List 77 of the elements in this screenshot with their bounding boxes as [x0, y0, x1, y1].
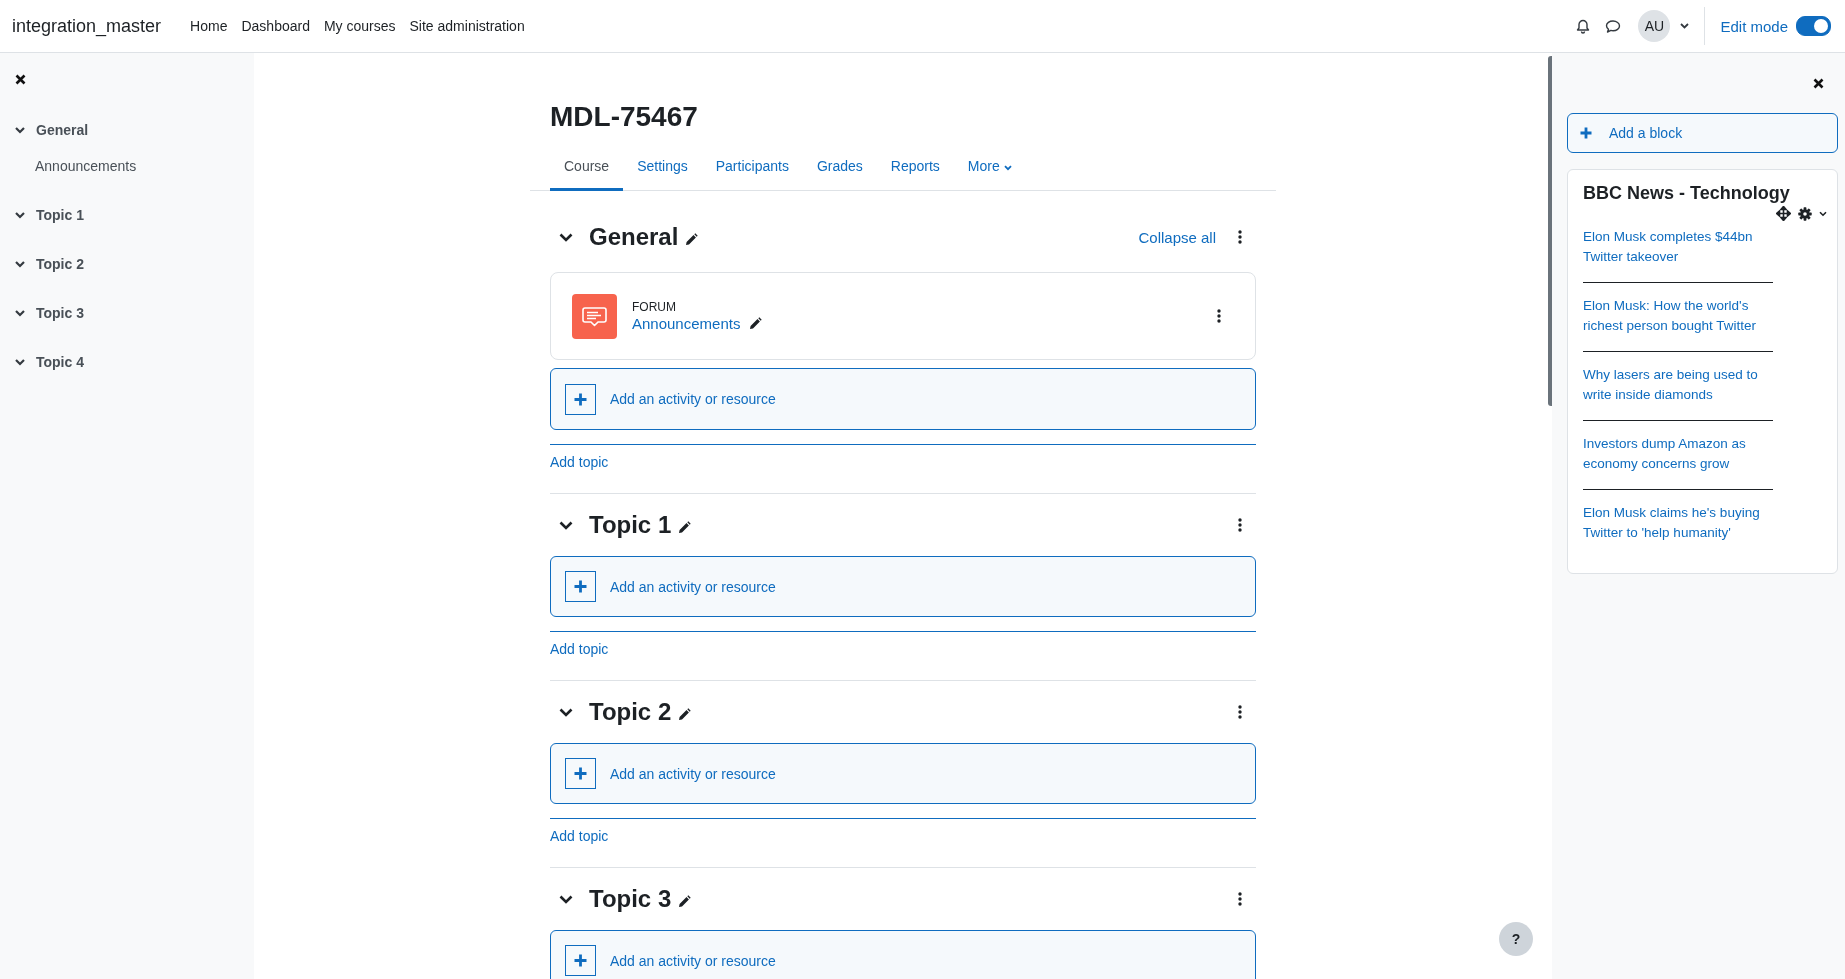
block-title: BBC News - Technology [1583, 183, 1791, 204]
course-tab[interactable]: Reports [876, 144, 954, 191]
nav-link[interactable]: Site administration [409, 18, 525, 34]
course-title: MDL-75467 [550, 100, 699, 134]
course-index-section[interactable]: General [36, 122, 89, 138]
caret-icon [1003, 164, 1012, 171]
chevron-icon[interactable] [559, 232, 573, 242]
edit-mode-toggle[interactable] [1796, 16, 1831, 36]
bell-icon[interactable] [1576, 18, 1591, 34]
plus-icon [565, 571, 596, 602]
chevron-icon[interactable] [559, 707, 573, 717]
edit-mode-label: Edit mode [1720, 17, 1788, 35]
section-title: Topic 3 [589, 885, 672, 913]
news-link[interactable]: Elon Musk completes $44bn Twitter takeover [1583, 227, 1773, 267]
add-activity-button[interactable]: Add an activity or resource [550, 368, 1256, 430]
news-link[interactable]: Investors dump Amazon as economy concerns grow [1583, 434, 1773, 474]
chat-bubble-icon[interactable] [1605, 18, 1622, 34]
course-index-section[interactable]: Topic 2 [36, 256, 84, 272]
add-topic-link[interactable]: Add topic [550, 454, 1256, 470]
section-title: Topic 2 [589, 698, 672, 726]
collapse-all-link[interactable]: Collapse all [1138, 228, 1216, 246]
more-options-icon[interactable] [1238, 518, 1242, 532]
news-link[interactable]: Why lasers are being used to write inside diamonds [1583, 365, 1773, 405]
course-index-section[interactable]: Topic 4 [36, 354, 84, 370]
course-index-section[interactable]: Topic 1 [36, 207, 84, 223]
course-tab[interactable]: More [953, 144, 1026, 191]
course-tab[interactable]: Grades [802, 144, 877, 191]
plus-icon [1580, 127, 1592, 139]
add-activity-button[interactable]: Add an activity or resource [550, 556, 1256, 617]
chevron-icon[interactable] [15, 309, 25, 317]
pencil-icon[interactable] [748, 316, 763, 331]
user-avatar[interactable]: AU [1638, 10, 1671, 42]
news-link[interactable]: Elon Musk claims he's buying Twitter to 'help humanity' [1583, 503, 1773, 543]
gear-icon[interactable] [1798, 206, 1812, 221]
activity-link[interactable]: Announcements [632, 315, 741, 332]
more-options-icon[interactable] [1238, 705, 1242, 719]
chevron-icon[interactable] [559, 894, 573, 904]
chevron-icon[interactable] [15, 211, 25, 219]
news-link[interactable]: Elon Musk: How the world's richest person bought Twitter [1583, 296, 1773, 336]
course-tab[interactable]: Course [550, 144, 624, 191]
nav-link[interactable]: Dashboard [241, 18, 310, 34]
chevron-icon[interactable] [559, 520, 573, 530]
pencil-icon[interactable] [677, 521, 692, 535]
add-block-button[interactable]: Add a block [1567, 113, 1838, 153]
section-title: Topic 1 [589, 511, 672, 539]
more-options-icon[interactable] [1238, 892, 1242, 906]
course-tab[interactable]: Settings [623, 144, 702, 191]
caret-icon[interactable] [1680, 23, 1690, 29]
chevron-icon[interactable] [15, 358, 25, 366]
add-topic-link[interactable]: Add topic [550, 828, 1256, 844]
help-button[interactable]: ? [1499, 922, 1533, 956]
nav-link[interactable]: Home [190, 18, 228, 34]
add-activity-button[interactable]: Add an activity or resource [550, 743, 1256, 804]
pencil-icon[interactable] [677, 708, 692, 722]
move-icon[interactable] [1776, 206, 1791, 221]
plus-icon [565, 758, 596, 789]
more-options-icon[interactable] [1217, 309, 1221, 323]
pencil-icon[interactable] [684, 233, 699, 247]
chevron-icon[interactable] [15, 260, 25, 268]
close-icon[interactable] [1813, 77, 1824, 89]
close-icon[interactable] [15, 74, 26, 85]
chevron-icon[interactable] [15, 126, 25, 134]
add-topic-link[interactable]: Add topic [550, 641, 1256, 657]
add-activity-button[interactable]: Add an activity or resource [550, 930, 1256, 979]
section-title: General [589, 223, 679, 251]
nav-link[interactable]: My courses [323, 18, 396, 34]
caret-icon[interactable] [1819, 210, 1827, 217]
site-name[interactable]: integration_master [12, 15, 162, 37]
course-index-activity[interactable]: Announcements [35, 158, 254, 174]
plus-icon [565, 945, 596, 976]
pencil-icon[interactable] [677, 895, 692, 909]
course-index-section[interactable]: Topic 3 [36, 305, 84, 321]
activity-type: FORUM [632, 300, 677, 314]
plus-icon [565, 383, 596, 415]
course-tab[interactable]: Participants [701, 144, 803, 191]
forum-icon [572, 293, 617, 339]
more-options-icon[interactable] [1238, 230, 1242, 244]
